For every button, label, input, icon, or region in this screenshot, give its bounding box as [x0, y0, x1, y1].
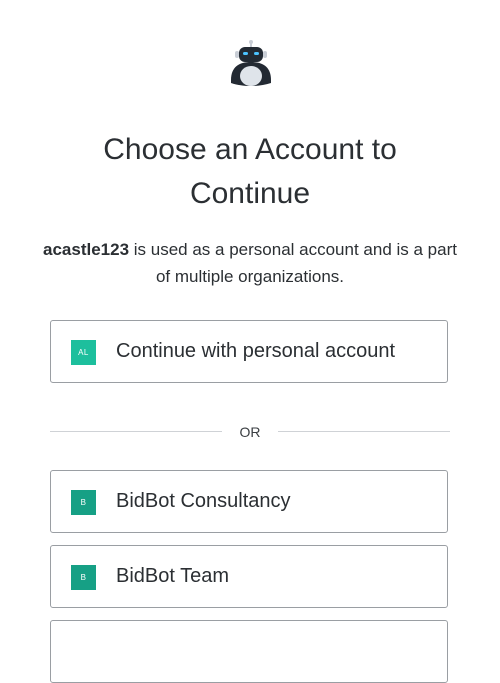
personal-account-avatar: AL: [71, 340, 96, 365]
page-title-line-1: Choose an Account to: [103, 133, 397, 166]
organization-label: BidBot Consultancy: [116, 490, 291, 512]
robot-logo-icon: [230, 40, 272, 86]
organization-avatar: B: [71, 565, 96, 590]
divider-line-right: [278, 431, 450, 432]
organization-avatar: B: [71, 490, 96, 515]
divider-label: OR: [239, 424, 261, 440]
personal-account-label: Continue with personal account: [116, 340, 396, 362]
continue-personal-account-button[interactable]: AL Continue with personal account: [50, 320, 448, 383]
page-title-line-2: Continue: [189, 177, 311, 210]
organization-button-bidbot-consultancy[interactable]: B BidBot Consultancy: [50, 470, 448, 533]
organization-button-bidbot-team[interactable]: B BidBot Team: [50, 545, 448, 608]
organization-button-partial[interactable]: [50, 620, 448, 683]
account-description: acastle123 is used as a personal account…: [40, 236, 460, 290]
page-title: Choose an Account to Continue: [0, 128, 500, 216]
or-divider: OR: [50, 422, 450, 442]
description-text: is used as a personal account and is a p…: [129, 240, 457, 286]
username: acastle123: [43, 240, 130, 259]
organization-label: BidBot Team: [116, 565, 230, 587]
